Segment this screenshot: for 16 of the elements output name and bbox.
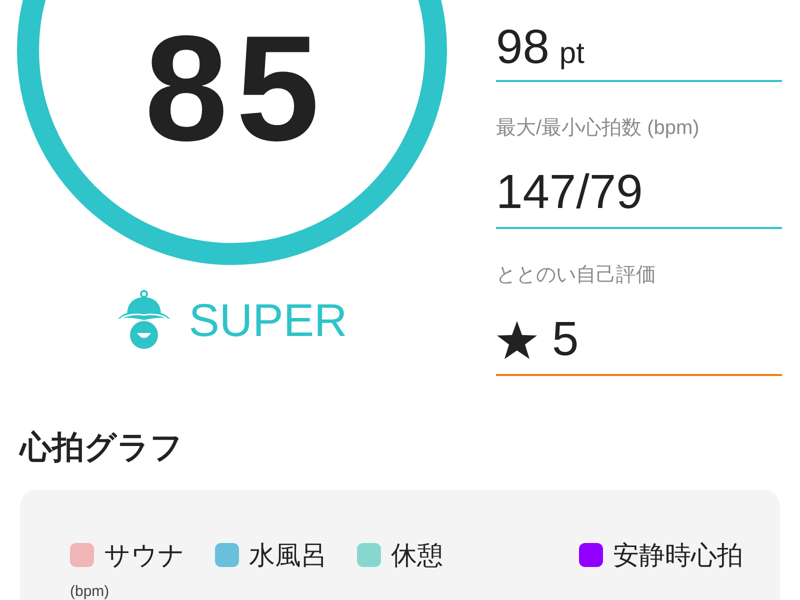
section-title: 心拍グラフ bbox=[20, 428, 183, 466]
legend-label: 水風呂 bbox=[249, 540, 327, 570]
legend-label: サウナ bbox=[104, 540, 185, 570]
metric-value: 98 bbox=[496, 24, 550, 72]
legend-label: 休憩 bbox=[391, 540, 443, 570]
rank-label: SUPER bbox=[188, 297, 348, 343]
axis-unit-label: (bpm) bbox=[70, 584, 110, 599]
score-value: 85 bbox=[144, 13, 328, 163]
rating-value: 5 bbox=[552, 316, 579, 364]
metric-label: ととのい自己評価 bbox=[496, 263, 656, 287]
star-icon bbox=[496, 320, 538, 360]
mascot-icon bbox=[116, 290, 171, 350]
metric-unit: pt bbox=[559, 39, 584, 69]
metric-label: 最大/最小心拍数 (bpm) bbox=[496, 116, 700, 140]
metric-value: 147/79 bbox=[496, 169, 643, 217]
legend-label: 安静時心拍 bbox=[613, 540, 743, 570]
